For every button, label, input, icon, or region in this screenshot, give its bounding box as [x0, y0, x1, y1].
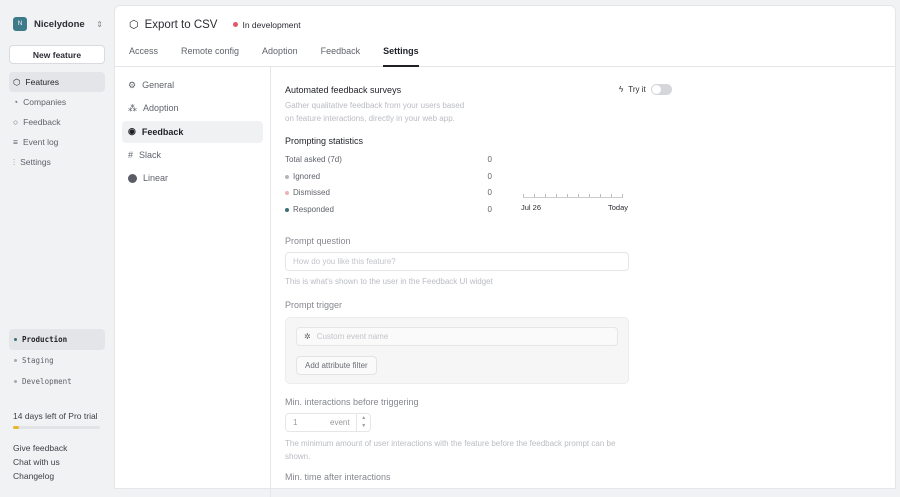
prompt-trigger-box: ✲ Custom event name Add attribute filter [285, 317, 629, 384]
toggle-switch[interactable] [650, 84, 672, 95]
surveys-title: Automated feedback surveys [285, 85, 402, 95]
label: Slack [139, 149, 162, 160]
cursor-click-icon: ✲ [304, 332, 311, 341]
slack-icon: # [128, 149, 134, 160]
tab-feedback[interactable]: Feedback [321, 42, 361, 67]
label: Features [25, 77, 59, 87]
min-time-label: Min. time after interactions [285, 472, 391, 482]
tab-remote-config[interactable]: Remote config [181, 42, 239, 67]
pie-icon: ◔ [13, 97, 19, 107]
stats-title: Prompting statistics [285, 136, 364, 146]
page-title: Export to CSV [144, 18, 218, 31]
gear-icon: ⚙ [128, 79, 137, 90]
env-staging[interactable]: Staging [9, 350, 105, 371]
changelog-link[interactable]: Changelog [13, 469, 67, 483]
status-badge: In development [233, 19, 301, 30]
org-switcher[interactable]: N Nicelydone ⇕ [13, 17, 103, 31]
subnav-general[interactable]: ⚙ General [122, 74, 263, 96]
linear-icon [128, 173, 137, 183]
tab-access[interactable]: Access [129, 42, 158, 67]
sidebar: N Nicelydone ⇕ New feature ⬡ Features ◔ Co… [0, 0, 113, 484]
prompt-question-label: Prompt question [285, 236, 351, 246]
stat-row-responded: Responded 0 [285, 205, 492, 214]
label: Feedback [141, 126, 184, 137]
cube-icon: ⬡ [13, 76, 21, 87]
subnav-slack[interactable]: # Slack [122, 144, 263, 166]
tab-settings[interactable]: Settings [383, 42, 419, 67]
add-attribute-filter-button[interactable]: Add attribute filter [296, 356, 377, 375]
prompt-trigger-label: Prompt trigger [285, 300, 343, 310]
min-interactions-input[interactable]: 1 event ▲ ▼ [285, 413, 371, 432]
label: Settings [20, 157, 51, 167]
stat-row-dismissed: Dismissed 0 [285, 188, 492, 197]
sidebar-item-feedback[interactable]: ○ Feedback [9, 112, 105, 132]
env-development[interactable]: Development [9, 371, 105, 392]
env-production[interactable]: Production [9, 329, 105, 350]
sidebar-item-features[interactable]: ⬡ Features [9, 72, 105, 92]
axis-end-label: Today [608, 203, 629, 212]
stat-row-total: Total asked (7d) 0 [285, 155, 492, 164]
label: General [142, 80, 175, 90]
custom-event-input[interactable]: ✲ Custom event name [296, 327, 618, 346]
label: Development [22, 377, 72, 386]
adoption-icon: ⁂ [128, 102, 137, 113]
label: Production [22, 335, 68, 344]
org-name: Nicelydone [34, 18, 85, 30]
stats-chart-axis [523, 194, 623, 198]
surveys-description: Gather qualitative feedback from your us… [285, 101, 465, 123]
label: Companies [23, 97, 67, 107]
main-panel: ⬡ Export to CSV In development Access Re… [114, 5, 896, 497]
chat-link[interactable]: Chat with us [13, 455, 67, 469]
chat-icon: ○ [13, 117, 19, 127]
label: Staging [22, 356, 54, 365]
label: Feedback [23, 117, 61, 127]
cube-icon: ⬡ [129, 19, 139, 31]
axis-start-label: Jul 26 [521, 203, 542, 212]
label: Event log [22, 137, 59, 147]
chevron-updown-icon: ⇕ [96, 19, 103, 29]
min-interactions-label: Min. interactions before triggering [285, 397, 419, 407]
list-icon: ≡ [13, 137, 18, 147]
stat-row-ignored: Ignored 0 [285, 172, 492, 181]
sliders-icon: ⫶ [13, 156, 16, 167]
sidebar-item-settings[interactable]: ⫶ Settings [9, 152, 105, 172]
avatar: N [13, 17, 27, 31]
tab-adoption[interactable]: Adoption [262, 42, 298, 67]
stepper-icon[interactable]: ▲ ▼ [356, 414, 370, 431]
trial-text: 14 days left of Pro trial [13, 411, 98, 421]
subnav-linear[interactable]: Linear [122, 167, 263, 189]
subnav-adoption[interactable]: ⁂ Adoption [122, 97, 263, 119]
bolt-icon: ϟ [619, 85, 624, 94]
label: Linear [143, 173, 169, 184]
min-interactions-help: The minimum amount of user interactions … [285, 439, 616, 461]
trial-progress [13, 426, 100, 429]
try-it-label: Try it [628, 85, 646, 94]
give-feedback-link[interactable]: Give feedback [13, 441, 67, 455]
sidebar-item-companies[interactable]: ◔ Companies [9, 92, 105, 112]
label: Adoption [143, 103, 179, 114]
sidebar-item-event-log[interactable]: ≡ Event log [9, 132, 105, 152]
new-feature-button[interactable]: New feature [9, 45, 105, 64]
status-text: In development [242, 19, 301, 30]
try-it-toggle[interactable]: ϟ Try it [619, 84, 672, 95]
prompt-question-help: This is what's shown to the user in the … [285, 277, 493, 286]
subnav-feedback[interactable]: ◉ Feedback [122, 120, 263, 143]
broadcast-icon: ◉ [128, 126, 136, 137]
prompt-question-input[interactable]: How do you like this feature? [285, 252, 629, 271]
